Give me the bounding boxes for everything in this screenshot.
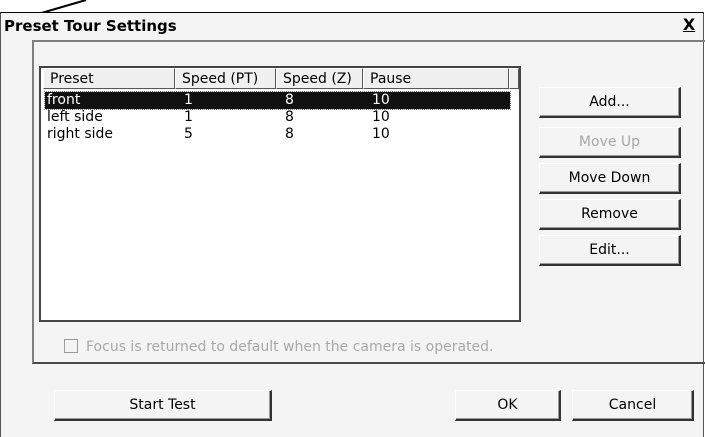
focus-reset-label: Focus is returned to default when the ca… [86, 339, 494, 355]
title-bar: Preset Tour Settings X [1, 13, 703, 43]
cell-preset: front [47, 92, 81, 108]
start-test-button[interactable]: Start Test [54, 390, 272, 421]
cancel-button[interactable]: Cancel [572, 390, 694, 421]
cell-speed-z: 8 [285, 92, 294, 108]
focus-reset-option: Focus is returned to default when the ca… [64, 337, 524, 357]
cell-pause: 10 [372, 109, 390, 125]
list-row-front[interactable]: front 1 8 10 [44, 91, 511, 110]
column-header-speed-z[interactable]: Speed (Z) [276, 68, 363, 89]
add-button[interactable]: Add... [539, 87, 681, 118]
cell-speed-pt: 5 [184, 126, 193, 142]
close-icon[interactable]: X [681, 16, 697, 34]
remove-button[interactable]: Remove [539, 199, 681, 230]
cell-speed-pt: 1 [184, 109, 193, 125]
cell-preset: right side [47, 126, 114, 142]
cell-pause: 10 [372, 126, 390, 142]
column-header-pause[interactable]: Pause [363, 68, 509, 89]
list-header: Preset Speed (PT) Speed (Z) Pause [41, 68, 519, 91]
list-row-left-side[interactable]: left side 1 8 10 [45, 109, 510, 126]
column-header-speed-pt[interactable]: Speed (PT) [175, 68, 276, 89]
cell-speed-z: 8 [285, 126, 294, 142]
column-header-filler [509, 68, 519, 89]
cell-preset: left side [47, 109, 103, 125]
focus-reset-checkbox[interactable] [64, 339, 78, 353]
preset-list[interactable]: Preset Speed (PT) Speed (Z) Pause front … [39, 66, 521, 322]
ok-button[interactable]: OK [455, 390, 561, 421]
edit-button[interactable]: Edit... [539, 235, 681, 266]
column-header-preset[interactable]: Preset [43, 68, 175, 89]
dialog-title: Preset Tour Settings [4, 17, 177, 35]
cell-pause: 10 [372, 92, 390, 108]
move-up-button[interactable]: Move Up [539, 127, 681, 158]
list-row-right-side[interactable]: right side 5 8 10 [45, 126, 510, 143]
cell-speed-pt: 1 [184, 92, 193, 108]
cell-speed-z: 8 [285, 109, 294, 125]
move-down-button[interactable]: Move Down [539, 163, 681, 194]
